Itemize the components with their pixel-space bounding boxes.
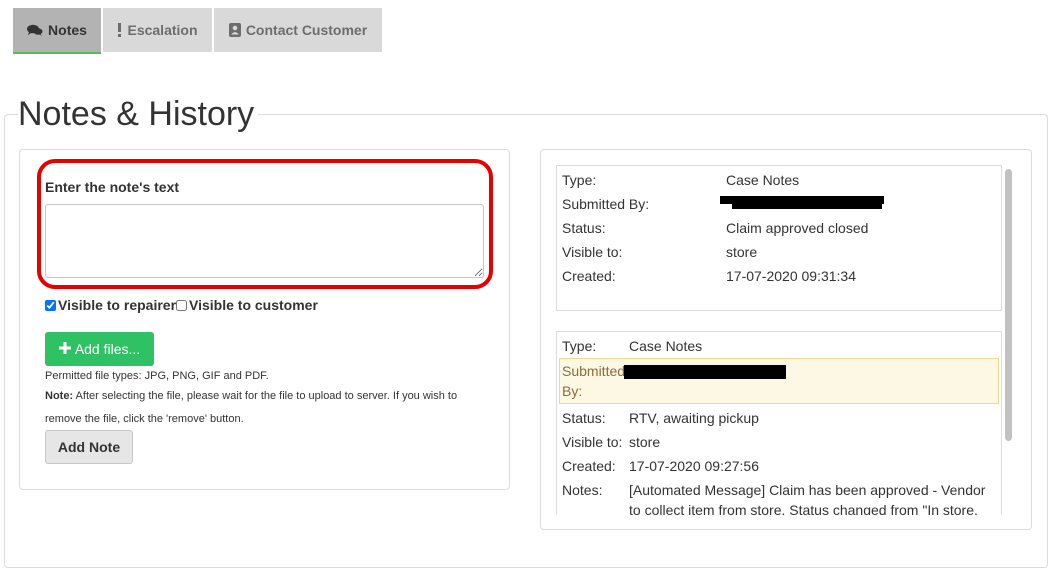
tab-escalation[interactable]: Escalation (103, 8, 212, 52)
redacted-name (732, 203, 882, 209)
add-files-label: Add files... (74, 341, 141, 357)
created-value: 17-07-2020 09:31:34 (726, 268, 856, 284)
comments-icon (27, 24, 43, 36)
created-value: 17-07-2020 09:27:56 (629, 458, 759, 474)
type-value: Case Notes (726, 172, 800, 188)
section-title: Notes & History (18, 92, 259, 136)
tab-notes-label: Notes (48, 22, 87, 38)
notes-label: Notes: (562, 482, 603, 498)
status-label: Status: (562, 220, 606, 236)
visible-to-customer-checkbox[interactable] (176, 299, 188, 311)
visible-value: store (726, 244, 758, 260)
visible-to-repairer-checkbox[interactable] (45, 299, 56, 311)
status-value: RTV, awaiting pickup (629, 410, 759, 426)
history-entry: Type: Case Notes Submitted By: Status: C… (556, 165, 1002, 311)
permitted-file-types: Permitted file types: JPG, PNG, GIF and … (45, 370, 269, 382)
visible-value: store (629, 434, 661, 450)
history-list[interactable]: Type: Case Notes Submitted By: Status: C… (556, 165, 1002, 515)
created-label: Created: (562, 268, 616, 284)
tab-notes[interactable]: Notes (13, 8, 101, 54)
type-label: Type: (562, 338, 597, 354)
type-value: Case Notes (629, 338, 703, 354)
history-entry: Type: Case Notes Submitted By: Status: R… (556, 331, 1002, 515)
visible-to-repairer-option[interactable]: Visible to repairer (45, 297, 176, 313)
status-label: Status: (562, 410, 606, 426)
tab-contact-customer[interactable]: Contact Customer (214, 8, 382, 52)
tab-escalation-label: Escalation (127, 22, 198, 38)
entry-submitted-row-highlighted: Submitted By: (559, 358, 999, 404)
submitted-label: Submitted By: (562, 196, 650, 212)
scrollbar-thumb[interactable] (1005, 169, 1012, 441)
submitted-label: Submitted (562, 363, 626, 379)
created-label: Created: (562, 458, 616, 474)
visible-label: Visible to: (562, 244, 623, 260)
history-panel: Type: Case Notes Submitted By: Status: C… (540, 149, 1032, 530)
notes-value: [Automated Message] Claim has been appro… (629, 482, 986, 515)
note-text-input[interactable] (45, 204, 484, 278)
submitted-label-line2: By: (562, 383, 583, 399)
visible-to-customer-label: Visible to customer (189, 297, 318, 313)
exclamation-icon (117, 23, 122, 37)
type-label: Type: (562, 172, 597, 188)
visibility-options: Visible to repairer Visible to customer (45, 297, 318, 313)
visible-to-customer-option[interactable]: Visible to customer (176, 297, 318, 313)
upload-note-line2: remove the file, click the 'remove' butt… (45, 413, 244, 425)
tab-contact-customer-label: Contact Customer (245, 22, 368, 38)
add-note-button[interactable]: Add Note (45, 430, 133, 464)
visible-label: Visible to: (562, 434, 623, 450)
add-files-button[interactable]: Add files... (45, 332, 154, 366)
redacted-name (624, 365, 786, 379)
status-value: Claim approved closed (726, 220, 869, 236)
note-text-label: Enter the note's text (45, 179, 180, 195)
note-prefix: Note: (45, 390, 74, 402)
contact-card-icon (228, 23, 241, 37)
plus-icon (58, 341, 71, 357)
upload-note-line1: Note: After selecting the file, please w… (45, 390, 457, 402)
upload-note-text: After selecting the file, please wait fo… (73, 390, 458, 402)
history-scrollbar[interactable] (1001, 165, 1015, 515)
visible-to-repairer-label: Visible to repairer (58, 297, 177, 313)
